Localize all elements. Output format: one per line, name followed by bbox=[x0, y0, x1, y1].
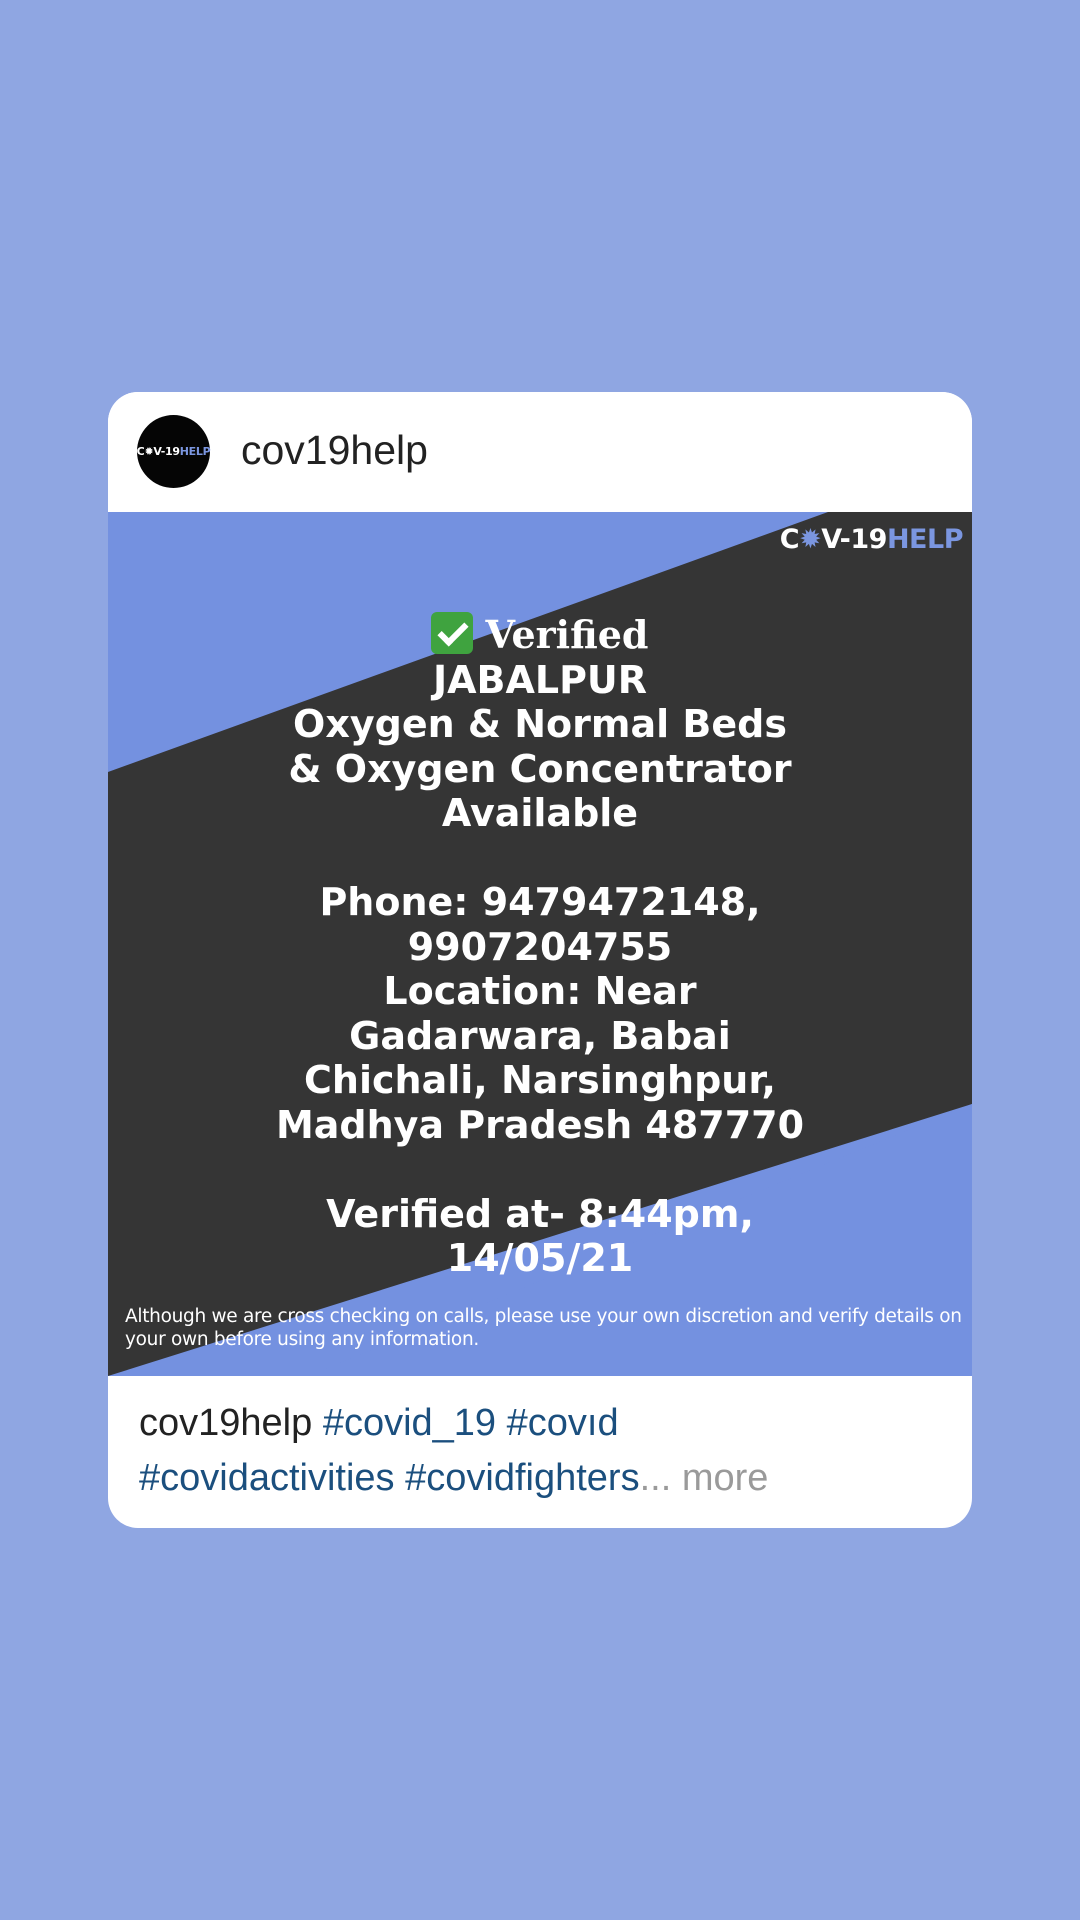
post-image[interactable]: C✹V-19HELP Verified JABALPUR Oxygen & No… bbox=[108, 512, 972, 1376]
hashtag-link[interactable]: #covid_19 bbox=[323, 1402, 496, 1444]
verified-label: Verified bbox=[485, 612, 649, 657]
location-line: Gadarwara, Babai bbox=[349, 1013, 731, 1058]
post-card: C✹V-19 HELP cov19help C✹V-19HELP Verified… bbox=[108, 392, 972, 1528]
hashtag-link[interactable]: #covidactivities bbox=[139, 1457, 395, 1499]
post-header: C✹V-19 HELP cov19help bbox=[108, 392, 972, 512]
more-button[interactable]: more bbox=[682, 1457, 769, 1499]
location-line: Chichali, Narsinghpur, bbox=[304, 1058, 776, 1102]
caption-ellipsis: ... bbox=[639, 1457, 672, 1499]
avatar[interactable]: C✹V-19 HELP bbox=[136, 415, 211, 488]
post-image-text: Verified JABALPUR Oxygen & Normal Beds &… bbox=[108, 612, 972, 1281]
disclaimer-text: Although we are cross checking on calls,… bbox=[125, 1306, 962, 1350]
virus-icon: ✹ bbox=[799, 524, 822, 555]
check-mark-icon bbox=[431, 612, 474, 654]
location-line: Madhya Pradesh 487770 bbox=[275, 1102, 805, 1147]
caption-username[interactable]: cov19help bbox=[139, 1402, 312, 1444]
avatar-logo-text: C✹V-19 bbox=[136, 445, 180, 458]
post-caption: cov19help #covid_19 #covıd #covidactivit… bbox=[139, 1396, 959, 1506]
location-line: Location: Near bbox=[383, 969, 697, 1013]
resource-line: Oxygen & Normal Beds bbox=[293, 702, 787, 746]
hashtag-link[interactable]: #covıd bbox=[507, 1402, 619, 1444]
phone-line: Phone: 9479472148, bbox=[319, 880, 761, 924]
avatar-logo-suffix: HELP bbox=[179, 445, 211, 458]
availability-line: Available bbox=[441, 791, 639, 835]
post-username[interactable]: cov19help bbox=[241, 422, 428, 478]
city-heading: JABALPUR bbox=[432, 657, 648, 702]
hashtag-link[interactable]: #covidfighters bbox=[405, 1457, 639, 1499]
brand-logo: C✹V-19HELP bbox=[779, 524, 964, 555]
verified-line: Verified bbox=[108, 612, 972, 658]
verified-date-line: 14/05/21 bbox=[446, 1236, 634, 1280]
phone-line: 9907204755 bbox=[407, 924, 673, 969]
resource-line: & Oxygen Concentrator bbox=[288, 746, 792, 791]
verified-time-line: Verified at- 8:44pm, bbox=[326, 1191, 754, 1236]
